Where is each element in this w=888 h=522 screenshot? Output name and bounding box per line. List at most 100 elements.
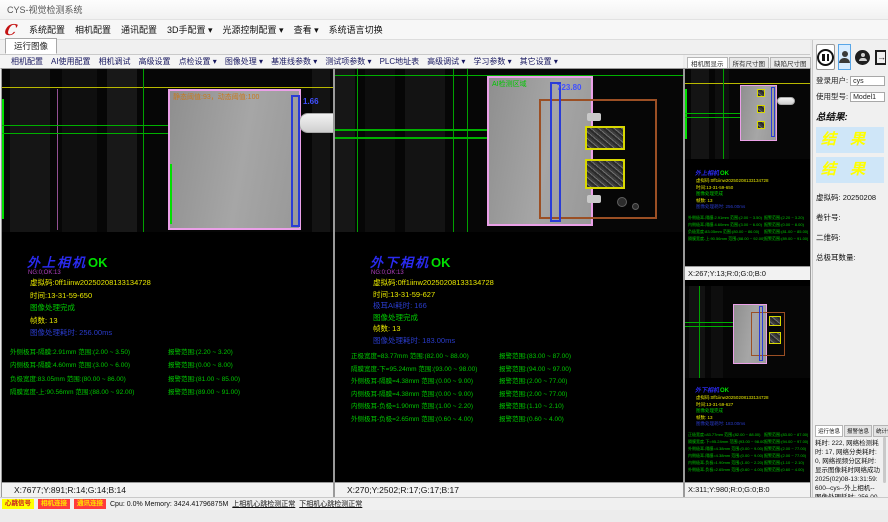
menu-item[interactable]: 光源控制配置 ▾ (218, 21, 289, 38)
toolbar-item[interactable]: AI使用配置 (47, 56, 95, 67)
time-line: 时间:13-31-59-627 (335, 289, 683, 301)
toolbar-items: 相机配置AI使用配置相机调试高级设置点检设置 ▾图像处理 ▾基准线参数 ▾测试项… (7, 56, 562, 67)
info-tabs: 运行信息 报警信息 统计信息 (815, 425, 886, 437)
pixel-coordinate-bar-thumb-top: X:267;Y:13;R:0;G:0;B:0 (685, 266, 810, 280)
toolbar-item[interactable]: 学习参数 ▾ (469, 56, 515, 67)
tab-run-info[interactable]: 运行信息 (815, 425, 843, 437)
info-scrollbar[interactable] (883, 437, 886, 483)
thumbnail-view-bottom[interactable]: 外下相机OK 虚拟码:0ff1iinw20250208133134728 时间:… (685, 280, 810, 482)
toolbar-item[interactable]: 图像处理 ▾ (221, 56, 267, 67)
thumbnail-view-top[interactable]: 外上相机OK 虚拟码:0ff1iinw20250208133134728 时间:… (685, 69, 810, 266)
green-measure-line (685, 326, 733, 327)
process-done-line: 图像处理完成 (335, 312, 683, 324)
exit-button[interactable]: → (874, 44, 887, 70)
toolbar-item[interactable]: 点检设置 ▾ (175, 56, 221, 67)
login-user-field[interactable]: cys (850, 76, 885, 86)
measurement-value: 内侧极耳-负极=1.90mm 范围:(1.00 ~ 2.20) (688, 460, 764, 467)
toolbar-item[interactable]: 其它设置 ▾ (516, 56, 562, 67)
blue-roi-box (550, 82, 561, 222)
yellow-defect-box (585, 159, 625, 189)
frame-count-line: 帧数: 13 (335, 323, 683, 335)
ai-time-line: 极耳AI耗时: 166 (335, 300, 683, 312)
cpu-memory-text: Cpu: 0.0% Memory: 3424.41796875M (110, 501, 228, 508)
virtual-code-field: 虚拟码: 20250208 (816, 192, 885, 203)
camera-status: OK (720, 388, 729, 394)
menu-item[interactable]: 3D手配置 ▾ (162, 21, 218, 38)
metal-tab-blob (777, 97, 795, 105)
camera-view-left: 静态阈值:93，动态阈值:100 1.66 外上相机OK NG:0;OK:13 … (2, 69, 333, 497)
measurement-row: 正极宽度=83.77mm 范围:(82.00 ~ 88.00) 报警范围:(83… (688, 432, 810, 439)
model-field[interactable]: Model1 (850, 92, 885, 102)
measurement-alarm-range: 报警范围:(2.00 ~ 77.00) (764, 446, 806, 453)
toolbar-item[interactable]: 相机调试 (95, 56, 135, 67)
measurement-row: 隔膜宽度-下=95.24mm 范围:(93.00 ~ 98.00) 报警范围:(… (688, 439, 810, 446)
toolbar-item[interactable]: 相机配置 (7, 56, 47, 67)
toolbar-item[interactable]: 测试项参数 ▾ (321, 56, 375, 67)
measurement-value: 正极宽度=83.77mm 范围:(82.00 ~ 88.00) (351, 350, 499, 363)
heartbeat-badge: 心跳信号 (2, 499, 34, 509)
barcode-line: 虚拟码:0ff1iinw20250208133134728 (335, 277, 683, 289)
camera-status: OK (720, 171, 729, 177)
camera-image-left[interactable]: 静态阈值:93，动态阈值:100 1.66 (2, 69, 333, 232)
tab-stat-info[interactable]: 统计信息 (873, 425, 888, 437)
measurement-alarm-range: 报警范围:(2.20 ~ 3.20) (764, 215, 804, 222)
blue-roi-label: 723.80 (557, 83, 581, 92)
measurement-rows: 正极宽度=83.77mm 范围:(82.00 ~ 88.00) 报警范围:(83… (335, 350, 683, 425)
camera-image-middle[interactable]: AI检测区域 723.80 (335, 69, 683, 232)
green-measure-line (467, 69, 468, 232)
measurement-alarm-range: 报警范围:(83.00 ~ 87.00) (764, 432, 808, 439)
login-user-label: 登录用户: (816, 75, 848, 86)
process-time-line: 图像处理耗时: 256.00ms (685, 204, 810, 211)
green-measure-line (453, 69, 454, 232)
toolbar-item[interactable]: 基准线参数 ▾ (267, 56, 321, 67)
thumbnail-image-bottom (685, 286, 810, 378)
measurement-value: 正极宽度=83.77mm 范围:(82.00 ~ 88.00) (688, 432, 764, 439)
pixel-coordinate-bar-left: X:7677;Y:891;R:14;G:14;B:14 (2, 482, 333, 497)
menu-item[interactable]: 查看 ▾ (289, 21, 324, 38)
tab-camera-image[interactable]: 相机图显示 (687, 57, 728, 68)
blue-roi-box (771, 87, 775, 137)
toolbar-item[interactable]: 高级调试 ▾ (423, 56, 469, 67)
tab-alarm-info[interactable]: 报警信息 (844, 425, 872, 437)
measurement-value: 隔膜宽度-上:90.56mm 范围:(88.00 ~ 92.00) (688, 236, 764, 243)
blue-roi-box (291, 95, 300, 227)
thumbnail-tabs: 相机图显示 所有尺寸图 缺陷尺寸图 (685, 55, 810, 69)
tab-defect-dimensions[interactable]: 缺陷尺寸图 (770, 57, 811, 68)
user-manage-button[interactable] (854, 44, 871, 70)
machine-bolt (632, 203, 639, 210)
green-measure-line (723, 69, 724, 159)
menu-item[interactable]: 系统配置 (24, 21, 70, 38)
green-measure-line (699, 286, 700, 378)
toolbar-item[interactable]: PLC地址表 (376, 56, 424, 67)
toolbar-item[interactable]: 高级设置 (135, 56, 175, 67)
pixel-coordinate-bar-middle: X:270;Y:2502;R:17;G:17;B:17 (335, 482, 683, 497)
menu-item[interactable]: 系统语言切换 (324, 21, 388, 38)
measurement-value: 内侧极耳-隔膜:4.60mm 范围:(3.00 ~ 6.00) (10, 359, 168, 373)
measurement-row: 正极宽度=83.77mm 范围:(82.00 ~ 88.00) 报警范围:(83… (351, 350, 683, 363)
menu-item[interactable]: 通讯配置 (116, 21, 162, 38)
camera-title: 外上相机 (27, 255, 87, 270)
measurement-row: 外侧极耳-隔膜:2.91mm 范围:(2.00 ~ 3.50) 报警范围:(2.… (688, 215, 810, 222)
conveyor-band (365, 69, 395, 232)
tab-run-image[interactable]: 运行图像 (5, 38, 57, 54)
thumbnail-overlay-bottom: 外下相机OK 虚拟码:0ff1iinw20250208133134728 时间:… (685, 384, 810, 474)
yellow-defect-box (769, 316, 781, 326)
yellow-marker-box (757, 89, 765, 97)
status-bar: 心跳信号 相机连接 通讯连接 Cpu: 0.0% Memory: 3424.41… (0, 497, 888, 510)
process-time-line: 图像处理耗时: 183.00ms (335, 335, 683, 347)
green-measure-line (170, 164, 172, 224)
measurement-row: 内侧极耳-负极=1.90mm 范围:(1.00 ~ 2.20) 报警范围:(1.… (688, 460, 810, 467)
total-result-label: 总结果: (816, 109, 885, 123)
measurement-alarm-range: 报警范围:(1.10 ~ 2.10) (764, 460, 804, 467)
menubar: C 系统配置相机配置通讯配置3D手配置 ▾光源控制配置 ▾查看 ▾系统语言切换 (0, 20, 888, 40)
measurement-alarm-range: 报警范围:(89.00 ~ 91.00) (168, 386, 240, 400)
conveyor-band (312, 69, 330, 232)
measurement-row: 内侧极耳-隔膜:4.60mm 范围:(3.00 ~ 6.00) 报警范围:(0.… (688, 222, 810, 229)
ng-ok-counter: NG:0;OK:13 (2, 270, 333, 277)
camera-title-line: 外上相机OK (685, 167, 810, 178)
menu-item[interactable]: 相机配置 (70, 21, 116, 38)
menu-items: 系统配置相机配置通讯配置3D手配置 ▾光源控制配置 ▾查看 ▾系统语言切换 (24, 21, 388, 38)
pause-button[interactable] (816, 44, 835, 70)
tab-all-dimensions[interactable]: 所有尺寸图 (729, 57, 770, 68)
user-login-button[interactable] (838, 44, 851, 70)
